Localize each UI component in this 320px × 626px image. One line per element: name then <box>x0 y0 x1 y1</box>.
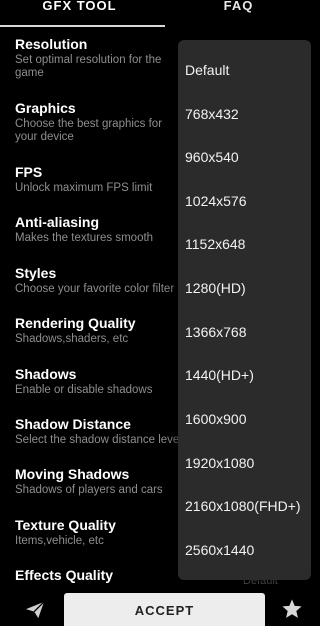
dropdown-option[interactable]: 1280(HD) <box>185 280 246 296</box>
setting-desc: Set optimal resolution for the game <box>15 54 162 79</box>
accept-button[interactable]: ACCEPT <box>64 593 265 626</box>
dropdown-option[interactable]: 1366x768 <box>185 324 247 340</box>
app-root: GFX TOOL FAQ Resolution Set optimal reso… <box>0 0 318 626</box>
dropdown-option[interactable]: 2560x1440 <box>185 542 254 558</box>
dropdown-option[interactable]: 1152x648 <box>185 236 245 252</box>
dropdown-option[interactable]: 768x432 <box>185 106 239 122</box>
star-icon[interactable] <box>281 598 303 620</box>
dropdown-option[interactable]: 2160x1080(FHD+) <box>185 498 301 514</box>
send-icon[interactable] <box>25 601 45 619</box>
dropdown-option[interactable]: 960x540 <box>185 149 239 165</box>
dropdown-option[interactable]: Default <box>185 62 229 78</box>
tab-bar: GFX TOOL FAQ <box>0 0 318 28</box>
bottom-bar: ACCEPT <box>0 590 318 626</box>
dropdown-option[interactable]: 1024x576 <box>185 193 247 209</box>
dropdown-option[interactable]: 1600x900 <box>185 411 247 427</box>
tab-faq[interactable]: FAQ <box>159 0 318 14</box>
dropdown-option[interactable]: 1920x1080 <box>185 455 254 471</box>
resolution-dropdown: Default 768x432 960x540 1024x576 1152x64… <box>178 40 311 580</box>
tab-gfx-tool[interactable]: GFX TOOL <box>0 0 159 14</box>
setting-desc: Choose the best graphics for your device <box>15 118 163 143</box>
dropdown-option[interactable]: 1440(HD+) <box>185 367 254 383</box>
active-tab-indicator <box>0 25 165 27</box>
